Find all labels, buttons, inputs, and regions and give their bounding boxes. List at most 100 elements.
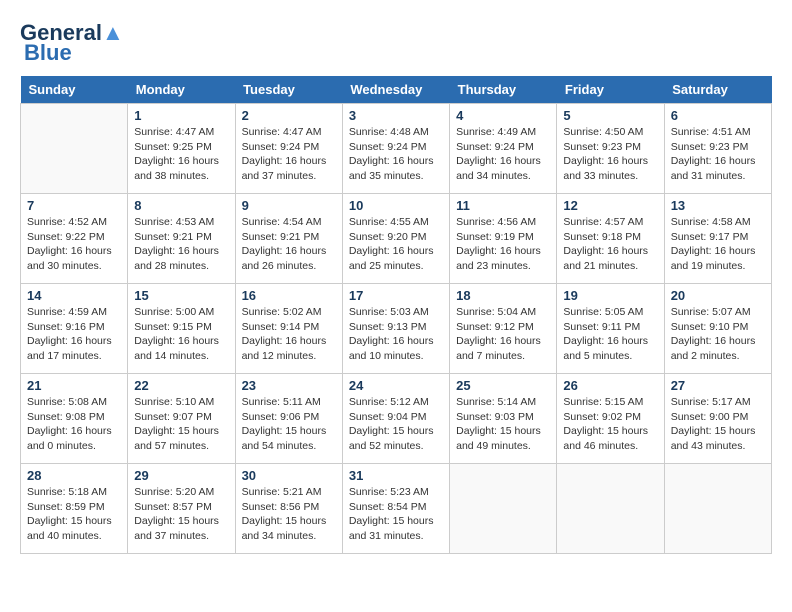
day-number: 20 (671, 288, 765, 303)
weekday-header-saturday: Saturday (664, 76, 771, 104)
day-info: Sunrise: 4:47 AMSunset: 9:24 PMDaylight:… (242, 125, 336, 184)
day-info: Sunrise: 4:53 AMSunset: 9:21 PMDaylight:… (134, 215, 228, 274)
day-info: Sunrise: 5:23 AMSunset: 8:54 PMDaylight:… (349, 485, 443, 544)
calendar-table: SundayMondayTuesdayWednesdayThursdayFrid… (20, 76, 772, 554)
day-info: Sunrise: 5:21 AMSunset: 8:56 PMDaylight:… (242, 485, 336, 544)
day-number: 27 (671, 378, 765, 393)
calendar-cell: 11Sunrise: 4:56 AMSunset: 9:19 PMDayligh… (450, 194, 557, 284)
day-info: Sunrise: 5:18 AMSunset: 8:59 PMDaylight:… (27, 485, 121, 544)
day-info: Sunrise: 5:08 AMSunset: 9:08 PMDaylight:… (27, 395, 121, 454)
day-number: 16 (242, 288, 336, 303)
calendar-cell: 5 Sunrise: 4:50 AMSunset: 9:23 PMDaylight… (557, 104, 664, 194)
calendar-cell: 14 Sunrise: 4:59 AMSunset: 9:16 PMDayligh… (21, 284, 128, 374)
day-info: Sunrise: 5:00 AMSunset: 9:15 PMDaylight:… (134, 305, 228, 364)
day-info: Sunrise: 5:07 AMSunset: 9:10 PMDaylight:… (671, 305, 765, 364)
calendar-cell: 30 Sunrise: 5:21 AMSunset: 8:56 PMDayligh… (235, 464, 342, 554)
day-info: Sunrise: 4:50 AMSunset: 9:23 PMDaylight:… (563, 125, 657, 184)
day-number: 29 (134, 468, 228, 483)
day-number: 11 (456, 198, 550, 213)
calendar-cell: 18 Sunrise: 5:04 AMSunset: 9:12 PMDayligh… (450, 284, 557, 374)
week-row-4: 28 Sunrise: 5:18 AMSunset: 8:59 PMDayligh… (21, 464, 772, 554)
day-info: Sunrise: 5:20 AMSunset: 8:57 PMDaylight:… (134, 485, 228, 544)
day-info: Sunrise: 5:02 AMSunset: 9:14 PMDaylight:… (242, 305, 336, 364)
day-number: 8 (134, 198, 228, 213)
calendar-cell: 12 Sunrise: 4:57 AMSunset: 9:18 PMDayligh… (557, 194, 664, 284)
week-row-2: 14 Sunrise: 4:59 AMSunset: 9:16 PMDayligh… (21, 284, 772, 374)
calendar-cell: 9Sunrise: 4:54 AMSunset: 9:21 PMDaylight… (235, 194, 342, 284)
day-number: 18 (456, 288, 550, 303)
day-info: Sunrise: 4:51 AMSunset: 9:23 PMDaylight:… (671, 125, 765, 184)
calendar-cell: 23Sunrise: 5:11 AMSunset: 9:06 PMDayligh… (235, 374, 342, 464)
calendar-cell (664, 464, 771, 554)
day-info: Sunrise: 4:59 AMSunset: 9:16 PMDaylight:… (27, 305, 121, 364)
weekday-header-wednesday: Wednesday (342, 76, 449, 104)
day-number: 9 (242, 198, 336, 213)
day-info: Sunrise: 4:52 AMSunset: 9:22 PMDaylight:… (27, 215, 121, 274)
day-number: 10 (349, 198, 443, 213)
calendar-cell: 21 Sunrise: 5:08 AMSunset: 9:08 PMDayligh… (21, 374, 128, 464)
day-number: 7 (27, 198, 121, 213)
day-number: 12 (563, 198, 657, 213)
calendar-cell: 3 Sunrise: 4:48 AMSunset: 9:24 PMDaylight… (342, 104, 449, 194)
weekday-header-thursday: Thursday (450, 76, 557, 104)
calendar-cell: 27 Sunrise: 5:17 AMSunset: 9:00 PMDayligh… (664, 374, 771, 464)
header: General▲ Blue (20, 20, 772, 66)
day-number: 22 (134, 378, 228, 393)
calendar-cell: 20 Sunrise: 5:07 AMSunset: 9:10 PMDayligh… (664, 284, 771, 374)
calendar-cell: 10 Sunrise: 4:55 AMSunset: 9:20 PMDayligh… (342, 194, 449, 284)
day-info: Sunrise: 5:05 AMSunset: 9:11 PMDaylight:… (563, 305, 657, 364)
day-number: 3 (349, 108, 443, 123)
day-info: Sunrise: 4:57 AMSunset: 9:18 PMDaylight:… (563, 215, 657, 274)
day-number: 15 (134, 288, 228, 303)
day-number: 14 (27, 288, 121, 303)
day-info: Sunrise: 4:55 AMSunset: 9:20 PMDaylight:… (349, 215, 443, 274)
calendar-cell (21, 104, 128, 194)
calendar-cell: 7 Sunrise: 4:52 AMSunset: 9:22 PMDaylight… (21, 194, 128, 284)
calendar-cell: 24Sunrise: 5:12 AMSunset: 9:04 PMDayligh… (342, 374, 449, 464)
week-row-0: 1 Sunrise: 4:47 AMSunset: 9:25 PMDaylight… (21, 104, 772, 194)
calendar-cell: 1 Sunrise: 4:47 AMSunset: 9:25 PMDaylight… (128, 104, 235, 194)
logo: General▲ Blue (20, 20, 124, 66)
day-number: 21 (27, 378, 121, 393)
day-number: 30 (242, 468, 336, 483)
calendar-cell: 16 Sunrise: 5:02 AMSunset: 9:14 PMDayligh… (235, 284, 342, 374)
weekday-header-friday: Friday (557, 76, 664, 104)
weekday-header-row: SundayMondayTuesdayWednesdayThursdayFrid… (21, 76, 772, 104)
day-info: Sunrise: 4:47 AMSunset: 9:25 PMDaylight:… (134, 125, 228, 184)
calendar-cell: 17 Sunrise: 5:03 AMSunset: 9:13 PMDayligh… (342, 284, 449, 374)
day-info: Sunrise: 5:04 AMSunset: 9:12 PMDaylight:… (456, 305, 550, 364)
day-number: 19 (563, 288, 657, 303)
calendar-cell (450, 464, 557, 554)
weekday-header-tuesday: Tuesday (235, 76, 342, 104)
calendar-cell: 25 Sunrise: 5:14 AMSunset: 9:03 PMDayligh… (450, 374, 557, 464)
day-info: Sunrise: 4:49 AMSunset: 9:24 PMDaylight:… (456, 125, 550, 184)
day-info: Sunrise: 4:48 AMSunset: 9:24 PMDaylight:… (349, 125, 443, 184)
week-row-1: 7 Sunrise: 4:52 AMSunset: 9:22 PMDaylight… (21, 194, 772, 284)
calendar-cell: 4 Sunrise: 4:49 AMSunset: 9:24 PMDaylight… (450, 104, 557, 194)
calendar-cell: 2Sunrise: 4:47 AMSunset: 9:24 PMDaylight… (235, 104, 342, 194)
day-info: Sunrise: 5:17 AMSunset: 9:00 PMDaylight:… (671, 395, 765, 454)
calendar-cell: 22 Sunrise: 5:10 AMSunset: 9:07 PMDayligh… (128, 374, 235, 464)
day-number: 17 (349, 288, 443, 303)
weekday-header-sunday: Sunday (21, 76, 128, 104)
day-number: 13 (671, 198, 765, 213)
calendar-cell: 19 Sunrise: 5:05 AMSunset: 9:11 PMDayligh… (557, 284, 664, 374)
day-number: 4 (456, 108, 550, 123)
day-info: Sunrise: 5:10 AMSunset: 9:07 PMDaylight:… (134, 395, 228, 454)
calendar-cell: 31 Sunrise: 5:23 AMSunset: 8:54 PMDayligh… (342, 464, 449, 554)
calendar-cell: 13Sunrise: 4:58 AMSunset: 9:17 PMDayligh… (664, 194, 771, 284)
day-info: Sunrise: 5:03 AMSunset: 9:13 PMDaylight:… (349, 305, 443, 364)
weekday-header-monday: Monday (128, 76, 235, 104)
calendar-cell: 26Sunrise: 5:15 AMSunset: 9:02 PMDayligh… (557, 374, 664, 464)
day-number: 26 (563, 378, 657, 393)
calendar-cell: 15 Sunrise: 5:00 AMSunset: 9:15 PMDayligh… (128, 284, 235, 374)
day-number: 1 (134, 108, 228, 123)
day-number: 25 (456, 378, 550, 393)
day-number: 31 (349, 468, 443, 483)
day-info: Sunrise: 5:11 AMSunset: 9:06 PMDaylight:… (242, 395, 336, 454)
day-number: 5 (563, 108, 657, 123)
day-number: 24 (349, 378, 443, 393)
day-info: Sunrise: 5:14 AMSunset: 9:03 PMDaylight:… (456, 395, 550, 454)
calendar-cell: 28 Sunrise: 5:18 AMSunset: 8:59 PMDayligh… (21, 464, 128, 554)
day-number: 28 (27, 468, 121, 483)
